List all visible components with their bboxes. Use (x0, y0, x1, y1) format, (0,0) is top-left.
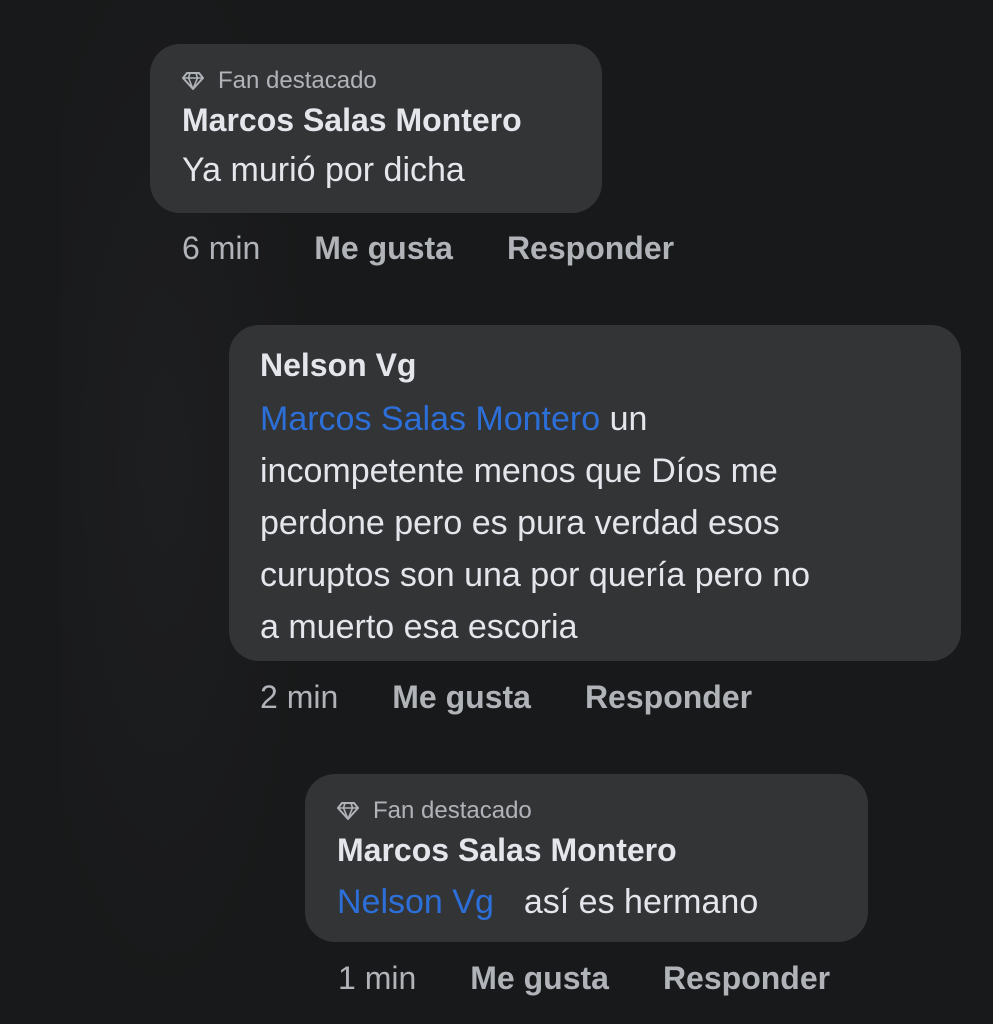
comment-text: Marcos Salas Montero un incompetente men… (260, 393, 931, 653)
comment-bubble: Fan destacado Marcos Salas Montero Ya mu… (150, 44, 602, 213)
like-button[interactable]: Me gusta (392, 679, 531, 716)
comment-author[interactable]: Marcos Salas Montero (337, 826, 838, 874)
comment-text-line: Marcos Salas Montero un (260, 393, 931, 445)
comment-timestamp[interactable]: 6 min (182, 230, 260, 267)
top-fan-badge: Fan destacado (182, 66, 572, 96)
like-button[interactable]: Me gusta (470, 960, 609, 997)
diamond-icon (182, 72, 204, 90)
comment-timestamp[interactable]: 1 min (338, 960, 416, 997)
mention-link[interactable]: Marcos Salas Montero (260, 400, 600, 438)
comment-actions: 2 min Me gusta Responder (260, 679, 752, 716)
comment-actions: 1 min Me gusta Responder (338, 960, 830, 997)
comment-author[interactable]: Nelson Vg (260, 343, 931, 387)
comment-actions: 6 min Me gusta Responder (182, 230, 674, 267)
top-fan-badge: Fan destacado (337, 796, 838, 826)
comment-text: Ya murió por dicha (182, 151, 465, 189)
comment-bubble: Fan destacado Marcos Salas Montero Nelso… (305, 774, 868, 942)
reply-button[interactable]: Responder (585, 679, 752, 716)
reply-button[interactable]: Responder (507, 230, 674, 267)
comment-timestamp[interactable]: 2 min (260, 679, 338, 716)
reply-button[interactable]: Responder (663, 960, 830, 997)
like-button[interactable]: Me gusta (314, 230, 453, 267)
comment-author[interactable]: Marcos Salas Montero (182, 96, 572, 144)
comment-text-line: incompetente menos que Díos me (260, 452, 778, 490)
comment-text-segment: así es hermano (523, 883, 759, 921)
badge-label: Fan destacado (373, 797, 532, 824)
comment-text-segment: un (600, 400, 648, 438)
badge-label: Fan destacado (218, 67, 377, 94)
comment-text-line: curuptos son una por quería pero no (260, 556, 811, 594)
comment-text: Nelson Vg así es hermano (337, 876, 838, 928)
comment-bubble: Nelson Vg Marcos Salas Montero un incomp… (229, 325, 961, 661)
comment-text-line: a muerto esa escoria (260, 608, 578, 646)
comment-text-line: perdone pero es pura verdad esos (260, 504, 780, 542)
diamond-icon (337, 802, 359, 820)
mention-link[interactable]: Nelson Vg (337, 883, 494, 921)
